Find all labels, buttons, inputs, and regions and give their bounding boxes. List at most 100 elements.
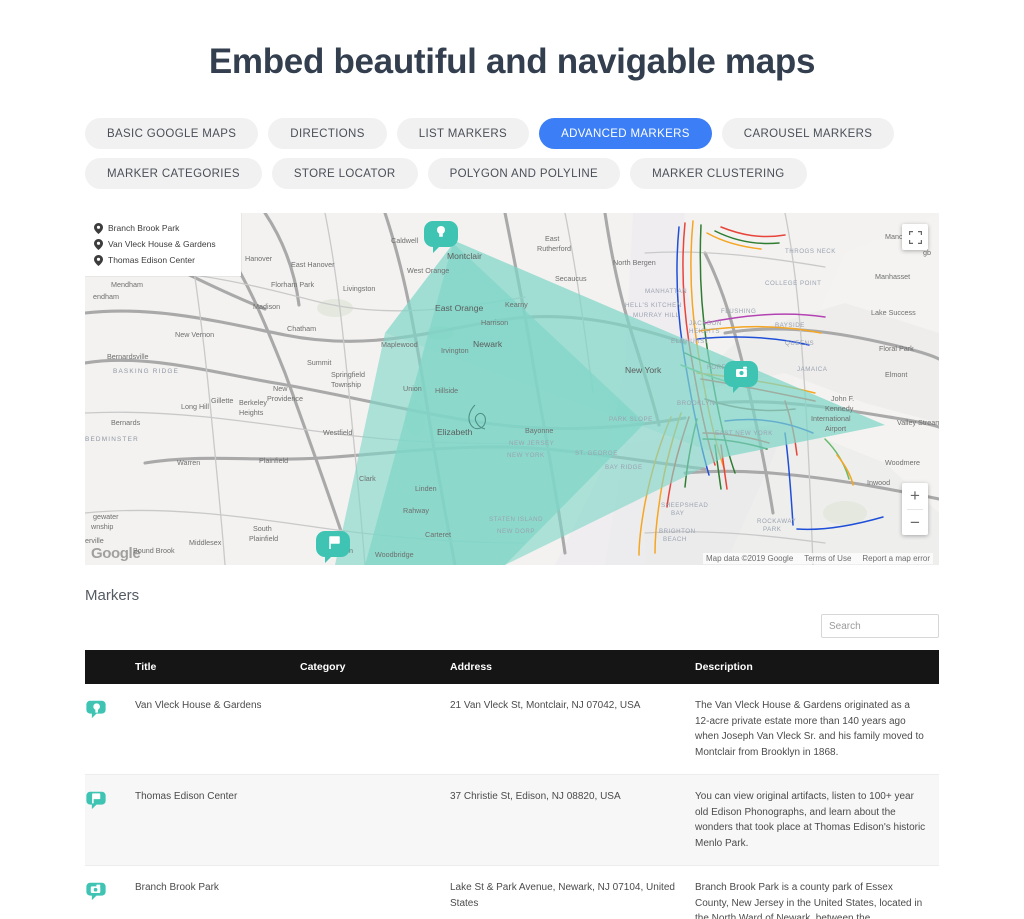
svg-text:erville: erville: [85, 536, 104, 545]
tab-marker-categories[interactable]: MARKER CATEGORIES: [85, 158, 262, 189]
svg-text:South: South: [253, 524, 272, 533]
svg-text:Lake Success: Lake Success: [871, 308, 916, 317]
svg-text:West Orange: West Orange: [407, 266, 449, 275]
svg-text:Plainfield: Plainfield: [249, 534, 278, 543]
tab-bar: BASIC GOOGLE MAPS DIRECTIONS LIST MARKER…: [0, 118, 1024, 189]
svg-text:Woodmere: Woodmere: [885, 458, 920, 467]
svg-text:Springfield: Springfield: [331, 370, 365, 379]
marker-description-cell: Branch Brook Park is a county park of Es…: [695, 865, 939, 919]
svg-text:Inwood: Inwood: [867, 478, 890, 487]
svg-text:Union: Union: [403, 384, 422, 393]
svg-text:Harrison: Harrison: [481, 318, 508, 327]
map-data-credit: Map data ©2019 Google: [705, 554, 794, 563]
svg-text:BEACH: BEACH: [663, 536, 687, 543]
svg-text:Florham Park: Florham Park: [271, 280, 315, 289]
marker-title-cell: Van Vleck House & Gardens: [135, 684, 300, 775]
tab-marker-clustering[interactable]: MARKER CLUSTERING: [630, 158, 807, 189]
svg-text:ROCKAWAY: ROCKAWAY: [757, 518, 796, 525]
table-row[interactable]: Van Vleck House & Gardens 21 Van Vleck S…: [85, 684, 939, 775]
svg-text:East: East: [545, 234, 559, 243]
svg-text:Woodbridge: Woodbridge: [375, 550, 414, 559]
map-marker-list-label: Branch Brook Park: [108, 223, 180, 233]
flag-marker-icon: [86, 791, 106, 810]
marker-icon-cell: [85, 774, 135, 866]
map-canvas[interactable]: .rd { stroke:#b6b6b6; fill:none; stroke-…: [85, 213, 939, 565]
svg-text:Kennedy: Kennedy: [825, 404, 854, 413]
svg-text:Irvington: Irvington: [441, 346, 469, 355]
tab-basic-google-maps[interactable]: BASIC GOOGLE MAPS: [85, 118, 259, 149]
svg-text:Hillside: Hillside: [435, 386, 458, 395]
terms-of-use-link[interactable]: Terms of Use: [804, 554, 851, 563]
table-row[interactable]: Branch Brook Park Lake St & Park Avenue,…: [85, 865, 939, 919]
svg-text:Warren: Warren: [177, 458, 200, 467]
map-pin-icon: [94, 222, 103, 234]
svg-text:Manhasset: Manhasset: [875, 272, 910, 281]
svg-text:Caldwell: Caldwell: [391, 236, 419, 245]
svg-text:Mendham: Mendham: [111, 280, 143, 289]
map-marker-list-item-thomas-edison-center[interactable]: Thomas Edison Center: [94, 252, 232, 268]
svg-text:PARK: PARK: [763, 526, 782, 533]
markers-search-input[interactable]: [821, 614, 939, 638]
svg-text:endham: endham: [93, 292, 119, 301]
marker-icon-cell: [85, 865, 135, 919]
column-header-description[interactable]: Description: [695, 650, 939, 684]
column-header-category[interactable]: Category: [300, 650, 450, 684]
marker-category-cell: [300, 774, 450, 866]
column-header-address[interactable]: Address: [450, 650, 695, 684]
markers-table-header-row: Title Category Address Description: [85, 650, 939, 684]
marker-category-cell: [300, 684, 450, 775]
svg-text:Long Hill: Long Hill: [181, 402, 209, 411]
tab-carousel-markers[interactable]: CAROUSEL MARKERS: [721, 118, 895, 149]
svg-text:MANHATTAN: MANHATTAN: [645, 288, 687, 295]
svg-text:Livingston: Livingston: [343, 284, 375, 293]
tab-list-markers[interactable]: LIST MARKERS: [396, 118, 530, 149]
map-fullscreen-button[interactable]: [902, 224, 928, 250]
svg-text:East Hanover: East Hanover: [291, 260, 335, 269]
svg-text:ST. GEORGE: ST. GEORGE: [575, 450, 618, 457]
report-map-error-link[interactable]: Report a map error: [862, 554, 930, 563]
map-marker-list-item-branch-brook-park[interactable]: Branch Brook Park: [94, 220, 232, 236]
svg-text:Valley Stream: Valley Stream: [897, 418, 939, 427]
svg-text:New Vernon: New Vernon: [175, 330, 214, 339]
map-marker-list-item-van-vleck-house-gardens[interactable]: Van Vleck House & Gardens: [94, 236, 232, 252]
svg-text:BRIGHTON: BRIGHTON: [659, 528, 696, 535]
svg-text:Bernardsville: Bernardsville: [107, 352, 149, 361]
svg-text:Linden: Linden: [415, 484, 437, 493]
tab-row-2: MARKER CATEGORIES STORE LOCATOR POLYGON …: [85, 158, 939, 189]
marker-address-cell: Lake St & Park Avenue, Newark, NJ 07104,…: [450, 865, 695, 919]
svg-text:BASKING RIDGE: BASKING RIDGE: [113, 368, 179, 375]
page-root: Embed beautiful and navigable maps BASIC…: [0, 0, 1024, 919]
marker-title-cell: Branch Brook Park: [135, 865, 300, 919]
svg-text:Elizabeth: Elizabeth: [437, 427, 473, 437]
map-zoom-out-button[interactable]: −: [902, 510, 928, 536]
markers-section-title: Markers: [85, 587, 140, 604]
svg-text:North Bergen: North Bergen: [613, 258, 656, 267]
marker-description-cell: You can view original artifacts, listen …: [695, 774, 939, 866]
svg-text:BROOKLYN: BROOKLYN: [677, 400, 715, 407]
svg-text:MURRAY HILL: MURRAY HILL: [633, 312, 680, 319]
svg-text:Bernards: Bernards: [111, 418, 141, 427]
svg-text:Rutherford: Rutherford: [537, 244, 571, 253]
tab-advanced-markers[interactable]: ADVANCED MARKERS: [539, 118, 712, 149]
svg-text:Gillette: Gillette: [211, 396, 233, 405]
tab-directions[interactable]: DIRECTIONS: [268, 118, 387, 149]
column-header-title[interactable]: Title: [135, 650, 300, 684]
svg-text:Clark: Clark: [359, 474, 376, 483]
svg-text:SHEEPSHEAD: SHEEPSHEAD: [661, 502, 708, 509]
svg-text:Rahway: Rahway: [403, 506, 429, 515]
svg-text:Berkeley: Berkeley: [239, 398, 267, 407]
svg-text:Secaucus: Secaucus: [555, 274, 587, 283]
map-pin-icon: [94, 254, 103, 266]
tab-store-locator[interactable]: STORE LOCATOR: [271, 158, 418, 189]
column-header-icon: [85, 650, 135, 684]
svg-text:STATEN ISLAND: STATEN ISLAND: [489, 516, 543, 523]
svg-text:FLUSHING: FLUSHING: [721, 308, 756, 315]
svg-text:JACKSON: JACKSON: [689, 320, 722, 327]
table-row[interactable]: Thomas Edison Center 37 Christie St, Edi…: [85, 774, 939, 866]
tab-polygon-and-polyline[interactable]: POLYGON AND POLYLINE: [427, 158, 621, 189]
svg-text:gewater: gewater: [93, 512, 119, 521]
svg-text:International: International: [811, 414, 851, 423]
tree-marker-icon: [86, 700, 106, 719]
map-zoom-in-button[interactable]: +: [902, 483, 928, 509]
svg-text:wnship: wnship: [90, 522, 113, 531]
